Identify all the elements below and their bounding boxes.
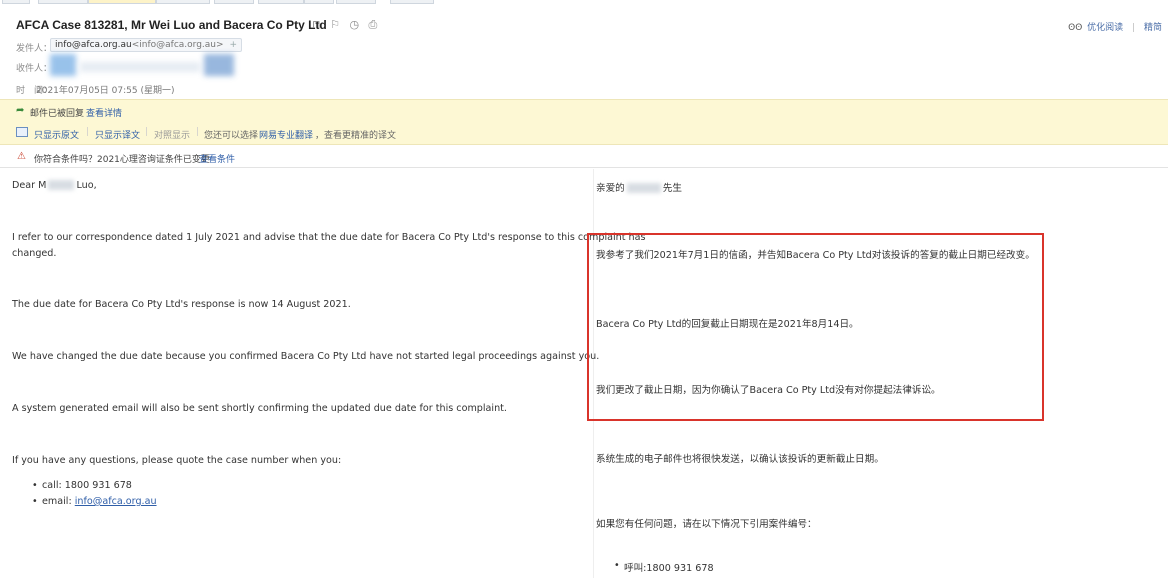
reply-arrow-icon: ➦ <box>16 105 25 116</box>
recipient-redacted <box>204 54 234 76</box>
to-label: 收件人： <box>16 64 53 74</box>
side-by-side-link[interactable]: 对照显示 <box>154 128 190 141</box>
separator: | <box>145 127 149 137</box>
zh-paragraph-5: 如果您有任何问题，请在以下情况下引用案件编号： <box>596 519 817 530</box>
email-reader: AFCA Case 813281, Mr Wei Luo and Bacera … <box>0 0 1168 578</box>
optimize-read-link[interactable]: 优化阅读 <box>1087 23 1123 33</box>
en-paragraph-1: I refer to our correspondence dated 1 Ju… <box>12 232 646 243</box>
sender-name: info@afca.org.au <box>55 40 132 50</box>
zh-greeting: 亲爱的 先生 <box>596 180 682 194</box>
en-paragraph-1-cont: changed. <box>12 248 57 259</box>
en-list-item-email: email: info@afca.org.au <box>32 496 157 507</box>
replied-notice: ➦ 邮件已被回复 查看详情 <box>0 99 1168 121</box>
email-body: Dear M Luo, I refer to our correspondence… <box>0 169 1168 578</box>
view-conditions-link[interactable]: 查看条件 <box>199 152 235 165</box>
column-divider <box>593 169 594 578</box>
choose-text: 您还可以选择 <box>204 131 259 141</box>
separator: | <box>1132 23 1136 33</box>
warning-icon: ⚠ <box>17 151 26 162</box>
sender-address: <info@afca.org.au> <box>131 40 224 50</box>
header-right-actions: ʘʘ 优化阅读 | 精简 <box>1068 20 1162 33</box>
name-redacted <box>626 183 661 193</box>
replied-text: 邮件已被回复 <box>30 109 85 119</box>
zh-paragraph-1: 我参考了我们2021年7月1日的信函，并告知Bacera Co Pty Ltd对… <box>596 250 1035 261</box>
sender-chip[interactable]: info@afca.org.au<info@afca.org.au> + <box>50 38 243 52</box>
zh-paragraph-3: 我们更改了截止日期，因为你确认了Bacera Co Pty Ltd没有对你提起法… <box>596 385 941 396</box>
promo-notice: ⚠ 你符合条件吗？2021心理咨询证条件已变更 查看条件 <box>0 146 1168 168</box>
more-accurate-text: ，查看更精准的译文 <box>315 131 397 141</box>
zh-greeting-start: 亲爱的 <box>596 183 625 194</box>
separator: | <box>86 127 90 137</box>
translation-bar: 只显示原文 | 只显示译文 | 对照显示 | 您还可以选择 网易专业翻译 ，查看… <box>0 121 1168 145</box>
view-details-link[interactable]: 查看详情 <box>86 106 122 119</box>
netease-translate-link[interactable]: 网易专业翻译 <box>259 128 313 141</box>
name-redacted <box>48 180 75 190</box>
only-translation-link[interactable]: 只显示译文 <box>95 128 140 141</box>
en-paragraph-3: We have changed the due date because you… <box>12 351 600 362</box>
email-label: email: <box>42 496 75 507</box>
en-greeting-start: Dear M <box>12 180 47 191</box>
promo-text: 你符合条件吗？2021心理咨询证条件已变更 <box>34 155 210 165</box>
from-label: 发件人： <box>16 44 53 54</box>
separator: | <box>196 127 200 137</box>
subject-action-icons[interactable]: ⊓ ⚐ ◷ ⎙ <box>312 18 380 32</box>
add-contact-icon[interactable]: + <box>230 40 238 50</box>
en-paragraph-4: A system generated email will also be se… <box>12 403 507 414</box>
email-subject: AFCA Case 813281, Mr Wei Luo and Bacera … <box>16 18 327 32</box>
glasses-icon: ʘʘ <box>1068 23 1083 33</box>
en-list-item-call: call: 1800 931 678 <box>32 480 132 491</box>
only-original-link[interactable]: 只显示原文 <box>34 128 79 141</box>
zh-greeting-end: 先生 <box>662 183 682 194</box>
en-greeting: Dear M Luo, <box>12 180 97 191</box>
translate-icon <box>16 127 28 137</box>
simplified-link[interactable]: 精简 <box>1144 23 1162 33</box>
sent-time: 2021年07月05日 07:55 (星期一) <box>36 86 175 96</box>
en-paragraph-5: If you have any questions, please quote … <box>12 455 342 466</box>
zh-paragraph-4: 系统生成的电子邮件也将很快发送，以确认该投诉的更新截止日期。 <box>596 454 884 465</box>
email-link[interactable]: info@afca.org.au <box>75 496 157 507</box>
email-header: AFCA Case 813281, Mr Wei Luo and Bacera … <box>0 4 1168 96</box>
zh-paragraph-2: Bacera Co Pty Ltd的回复截止日期现在是2021年8月14日。 <box>596 319 859 330</box>
recipient-redacted <box>50 54 76 76</box>
zh-list-item-call: 呼叫:1800 931 678 <box>614 560 714 574</box>
en-greeting-end: Luo, <box>76 180 97 191</box>
recipient-redacted <box>80 62 200 72</box>
en-paragraph-2: The due date for Bacera Co Pty Ltd's res… <box>12 299 351 310</box>
